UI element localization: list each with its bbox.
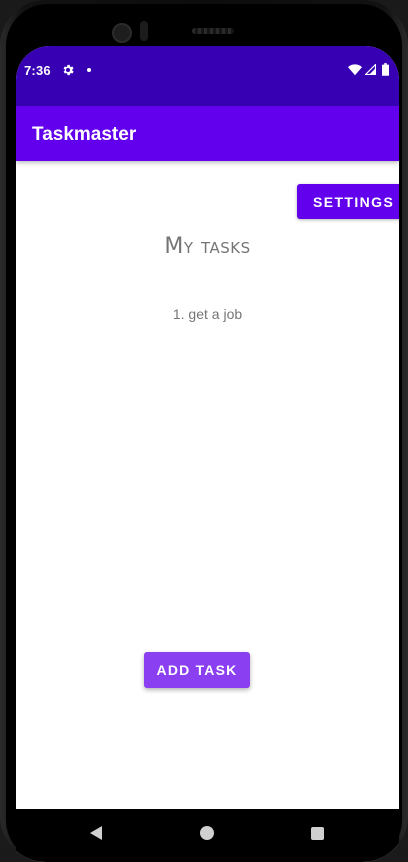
front-camera <box>112 23 132 43</box>
notification-dot-icon <box>87 68 91 72</box>
battery-icon <box>382 63 389 76</box>
status-time: 7:36 <box>24 63 51 78</box>
recents-icon[interactable] <box>311 827 324 840</box>
phone-frame: 7:36 Taskmaster SETTINGS My tasks 1. get… <box>0 0 408 862</box>
app-title: Taskmaster <box>32 124 137 145</box>
settings-button[interactable]: SETTINGS <box>297 184 399 219</box>
status-bar: 7:36 <box>16 46 399 106</box>
signal-icon <box>365 64 376 75</box>
app-bar: Taskmaster <box>16 106 399 161</box>
add-task-button[interactable]: ADD TASK <box>144 652 250 688</box>
gear-icon <box>63 64 74 76</box>
home-icon[interactable] <box>200 826 214 840</box>
navigation-bar <box>16 809 399 862</box>
task-list: 1. get a job <box>16 304 399 324</box>
wifi-icon <box>348 64 362 76</box>
task-item[interactable]: 1. get a job <box>16 304 399 324</box>
proximity-sensor <box>140 21 148 41</box>
page-title: My tasks <box>164 234 251 259</box>
earpiece-speaker <box>192 28 234 34</box>
screen: 7:36 Taskmaster SETTINGS My tasks 1. get… <box>16 46 399 862</box>
back-icon[interactable] <box>88 825 104 841</box>
